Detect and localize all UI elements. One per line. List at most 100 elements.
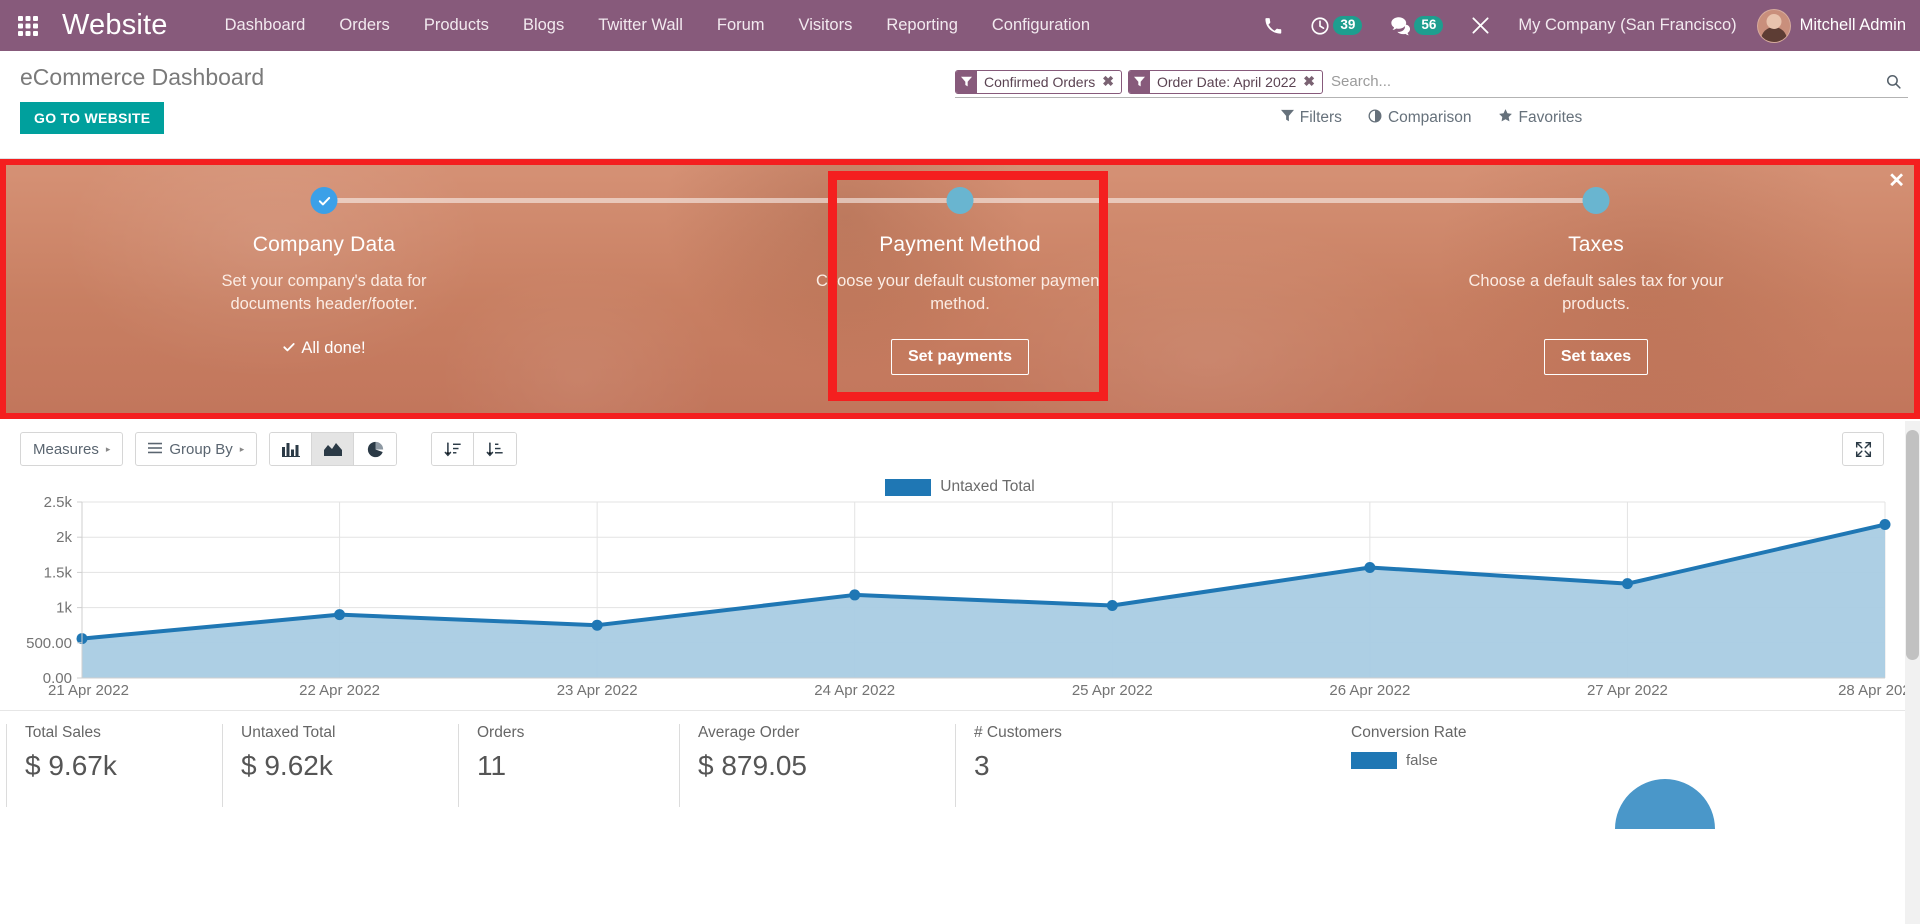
x-axis-tick-label: 21 Apr 2022 bbox=[48, 682, 129, 699]
chart-sort-buttons bbox=[431, 432, 518, 466]
x-axis-tick-label: 27 Apr 2022 bbox=[1586, 682, 1668, 699]
x-axis-tick-label: 23 Apr 2022 bbox=[556, 682, 638, 699]
set-payments-button[interactable]: Set payments bbox=[890, 338, 1030, 375]
step-description: Set your company's data for documents he… bbox=[221, 272, 427, 314]
x-axis-tick-label: 26 Apr 2022 bbox=[1329, 682, 1411, 699]
legend-swatch-untaxed-total[interactable] bbox=[885, 478, 932, 496]
measures-label: Measures bbox=[33, 440, 99, 458]
set-taxes-button[interactable]: Set taxes bbox=[1543, 338, 1649, 375]
kpi-label: Orders bbox=[477, 724, 525, 741]
wrench-screwdriver-icon[interactable] bbox=[1457, 0, 1504, 51]
menu-item-orders[interactable]: Orders bbox=[322, 0, 406, 51]
group-by-label: Group By bbox=[169, 440, 233, 458]
bar-chart-icon[interactable] bbox=[270, 433, 313, 465]
navbar-systray: 39 56 My Company (San Francisco) Mitchel… bbox=[1250, 0, 1920, 51]
messages-count-badge: 56 bbox=[1414, 15, 1444, 36]
group-by-button[interactable]: Group By ▸ bbox=[135, 432, 258, 466]
hamburger-lines-icon bbox=[148, 441, 163, 458]
search-bar: Confirmed Orders ✖ Order Date: April 202… bbox=[955, 68, 1908, 98]
progress-line bbox=[324, 198, 642, 203]
close-icon[interactable]: ✕ bbox=[1888, 171, 1905, 191]
menu-item-blogs[interactable]: Blogs bbox=[506, 0, 581, 51]
step-dot-company-data[interactable] bbox=[310, 187, 338, 214]
facet-label: Confirmed Orders bbox=[984, 73, 1096, 90]
menu-item-dashboard[interactable]: Dashboard bbox=[208, 0, 323, 51]
kpi-untaxed-total: Untaxed Total $ 9.62k bbox=[222, 724, 452, 807]
kpi-label: Average Order bbox=[698, 724, 800, 741]
control-panel-right: Confirmed Orders ✖ Order Date: April 202… bbox=[955, 51, 1920, 128]
step-dot-payment-method[interactable] bbox=[946, 187, 974, 214]
activity-clock-button[interactable]: 39 bbox=[1296, 0, 1376, 51]
step-title[interactable]: Company Data bbox=[6, 233, 642, 257]
chevron-right-icon: ▸ bbox=[105, 443, 111, 454]
user-menu[interactable]: Mitchell Admin bbox=[1751, 8, 1906, 43]
step-title[interactable]: Payment Method bbox=[642, 233, 1278, 257]
onboarding-banner: ✕ Company Data Set your company's data f… bbox=[0, 159, 1920, 419]
measures-button[interactable]: Measures ▸ bbox=[20, 432, 124, 466]
conversion-legend-swatch[interactable] bbox=[1351, 752, 1397, 769]
kpi-label: # Customers bbox=[974, 724, 1062, 741]
messages-button[interactable]: 56 bbox=[1376, 0, 1457, 51]
control-panel-dropdowns: Filters Comparison Favorites bbox=[955, 108, 1908, 128]
conversion-donut-chart[interactable] bbox=[1610, 774, 1720, 829]
star-icon bbox=[1498, 108, 1513, 128]
filter-funnel-icon bbox=[1129, 70, 1150, 93]
filters-dropdown[interactable]: Filters bbox=[1280, 108, 1342, 128]
area-chart-icon[interactable] bbox=[312, 433, 355, 465]
step-all-done-status: All done! bbox=[6, 339, 642, 358]
menu-item-configuration[interactable]: Configuration bbox=[975, 0, 1107, 51]
phone-icon[interactable] bbox=[1250, 0, 1296, 51]
menu-item-twitter-wall[interactable]: Twitter Wall bbox=[581, 0, 700, 51]
app-brand-name[interactable]: Website bbox=[56, 9, 178, 42]
chart-canvas-wrapper: Untaxed Total 0.00 500.00 1k 1.5k 2k 2.5k 21 … bbox=[0, 466, 1920, 706]
favorites-dropdown[interactable]: Favorites bbox=[1498, 108, 1582, 128]
legend-label-untaxed-total[interactable]: Untaxed Total bbox=[940, 478, 1035, 496]
page-scrollbar-thumb[interactable] bbox=[1906, 430, 1919, 660]
comparison-dropdown[interactable]: Comparison bbox=[1368, 108, 1472, 128]
menu-item-products[interactable]: Products bbox=[407, 0, 506, 51]
step-dot-taxes[interactable] bbox=[1582, 187, 1610, 214]
step-title[interactable]: Taxes bbox=[1278, 233, 1914, 257]
company-switcher[interactable]: My Company (San Francisco) bbox=[1504, 16, 1750, 35]
filter-funnel-icon bbox=[1280, 109, 1294, 127]
kpi-value: 3 bbox=[974, 750, 990, 781]
facet-remove-icon[interactable]: ✖ bbox=[1100, 71, 1121, 93]
facet-remove-icon[interactable]: ✖ bbox=[1301, 71, 1322, 93]
kpi-label: Untaxed Total bbox=[241, 724, 336, 741]
search-magnifier-icon[interactable] bbox=[1879, 73, 1908, 90]
svg-text:2.5k: 2.5k bbox=[44, 494, 73, 511]
svg-text:2k: 2k bbox=[56, 529, 72, 546]
sort-ascending-icon[interactable] bbox=[474, 433, 517, 465]
chevron-right-icon: ▸ bbox=[239, 443, 245, 454]
apps-grid-icon[interactable] bbox=[0, 0, 56, 51]
kpi-value: $ 9.62k bbox=[241, 750, 333, 781]
search-input[interactable] bbox=[1323, 73, 1879, 90]
filter-funnel-icon bbox=[956, 70, 977, 93]
x-axis-tick-label: 24 Apr 2022 bbox=[814, 682, 896, 699]
facet-order-date[interactable]: Order Date: April 2022 ✖ bbox=[1128, 69, 1324, 94]
pie-chart-icon[interactable] bbox=[354, 433, 397, 465]
user-avatar bbox=[1756, 8, 1791, 43]
chart-toolbar: Measures ▸ Group By ▸ bbox=[0, 419, 1920, 466]
progress-line bbox=[1278, 198, 1596, 203]
step-all-done-label: All done! bbox=[301, 338, 366, 357]
chart-legend: Untaxed Total bbox=[0, 478, 1920, 496]
menu-item-reporting[interactable]: Reporting bbox=[869, 0, 975, 51]
kpi-row: Total Sales $ 9.67k Untaxed Total $ 9.62… bbox=[0, 711, 1920, 829]
menu-item-visitors[interactable]: Visitors bbox=[782, 0, 870, 51]
kpi-orders: Orders 11 bbox=[458, 724, 673, 807]
comparison-contrast-icon bbox=[1368, 109, 1382, 128]
onboarding-step-company-data: Company Data Set your company's data for… bbox=[6, 165, 642, 413]
conversion-legend-label[interactable]: false bbox=[1406, 752, 1438, 769]
sort-descending-icon[interactable] bbox=[432, 433, 475, 465]
facet-confirmed-orders[interactable]: Confirmed Orders ✖ bbox=[955, 69, 1122, 94]
onboarding-step-payment-method: Payment Method Choose your default custo… bbox=[642, 165, 1278, 413]
expand-fullscreen-icon[interactable] bbox=[1842, 432, 1884, 466]
chart-axis-labels: 0.00500.001k1.5k2k2.5k bbox=[26, 494, 1891, 687]
filters-label: Filters bbox=[1299, 109, 1342, 126]
menu-item-forum[interactable]: Forum bbox=[700, 0, 782, 51]
svg-text:500.00: 500.00 bbox=[26, 635, 72, 652]
onboarding-steps: Company Data Set your company's data for… bbox=[6, 165, 1914, 413]
go-to-website-button[interactable]: GO TO WEBSITE bbox=[20, 102, 165, 135]
kpi-label: Total Sales bbox=[25, 724, 101, 741]
